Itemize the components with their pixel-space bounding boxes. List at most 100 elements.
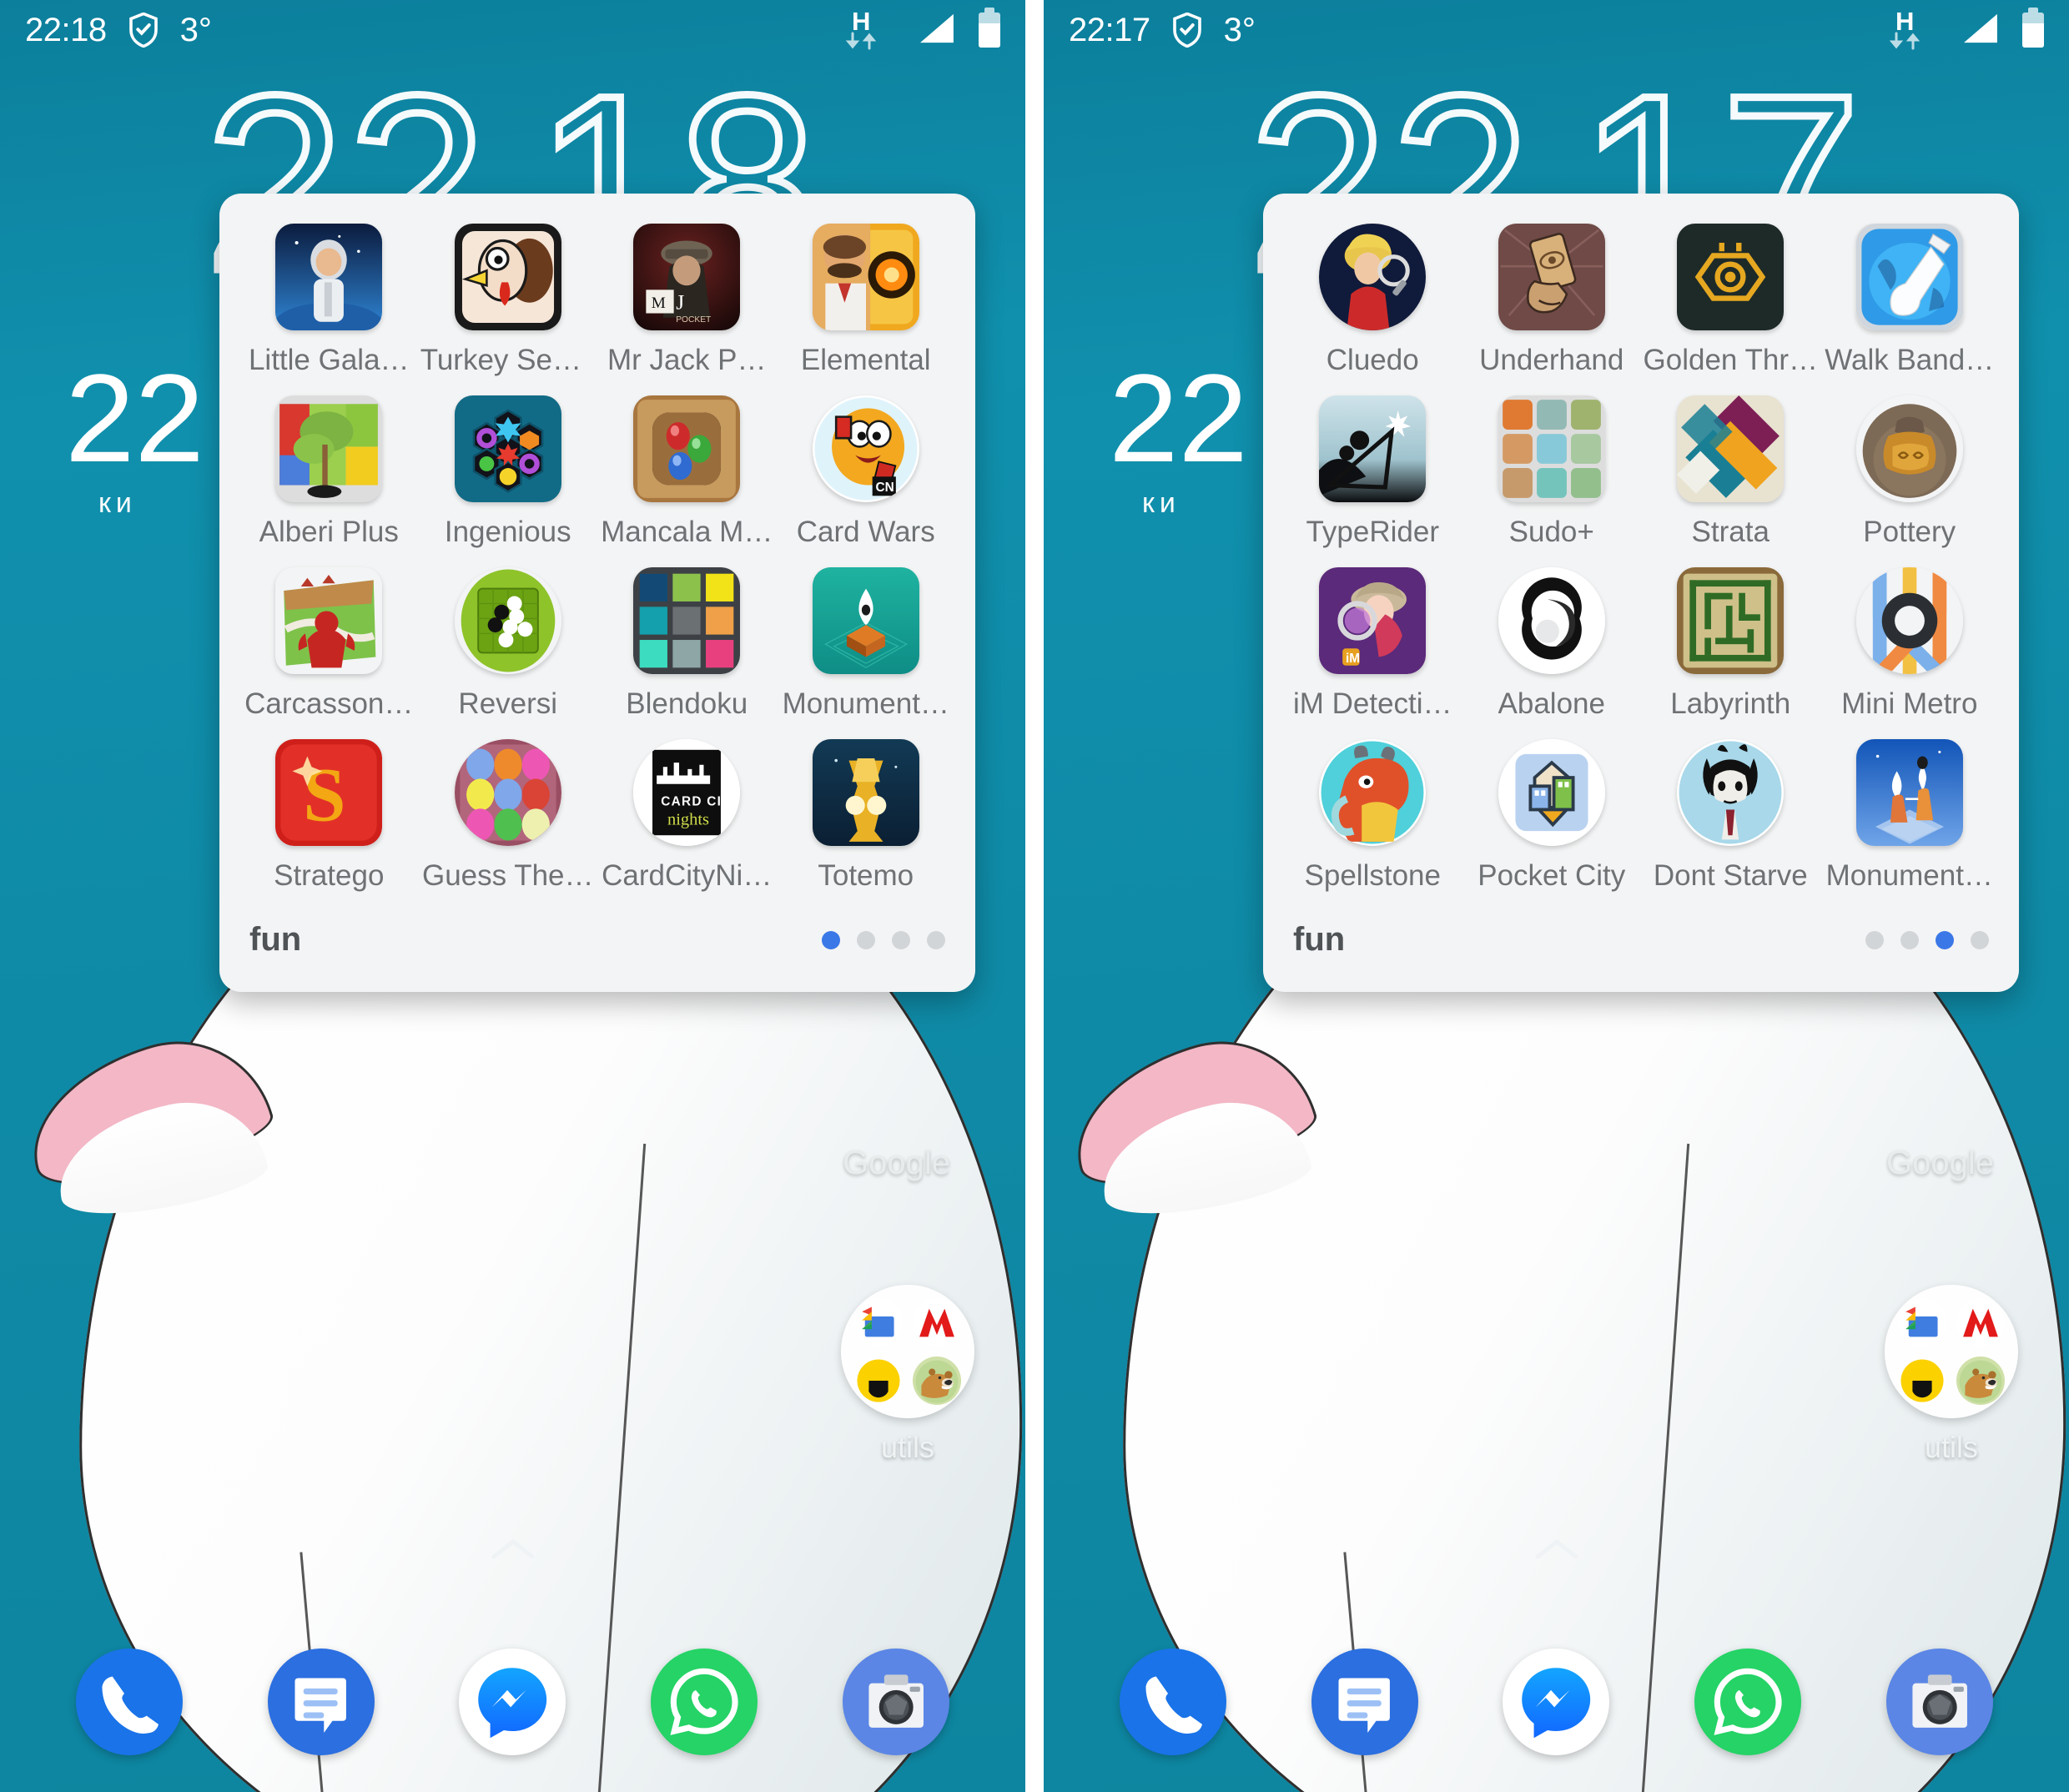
folder-app-item[interactable]: Monument… (777, 567, 956, 721)
home-folder-utils[interactable]: utils (1868, 1285, 2035, 1465)
carcassonne-icon[interactable] (275, 567, 383, 674)
dock (1044, 1649, 2069, 1755)
folder-app-item[interactable]: iM iM Detecti… (1283, 567, 1462, 721)
folder-app-item[interactable]: Little Gala… (239, 224, 419, 377)
dock-phone-icon[interactable] (75, 1649, 183, 1755)
page-dot-2[interactable] (857, 930, 875, 949)
folder-app-item[interactable]: Mancala M… (597, 395, 777, 549)
chevron-up-icon[interactable] (491, 1537, 536, 1566)
folder-app-item[interactable]: TypeRider (1283, 395, 1462, 549)
typerider-icon[interactable] (1319, 395, 1427, 502)
dont-starve-icon[interactable] (1677, 739, 1785, 846)
google-files-icon (1898, 1298, 1946, 1347)
folder-app-item[interactable]: Labyrinth (1641, 567, 1820, 721)
page-dot-4[interactable] (927, 930, 945, 949)
folder-app-item[interactable]: Strata (1641, 395, 1820, 549)
google-search-label[interactable]: Google (843, 1145, 950, 1182)
dock-camera-icon[interactable] (1886, 1649, 1994, 1755)
dock-messenger-icon[interactable] (459, 1649, 566, 1755)
folder-app-item[interactable]: Monument… (1820, 739, 2000, 893)
monument-valley-icon[interactable] (812, 567, 919, 674)
folder-app-item[interactable]: Elemental (777, 224, 956, 377)
labyrinth-icon[interactable] (1677, 567, 1785, 674)
underhand-icon[interactable] (1498, 224, 1605, 330)
dock-camera-icon[interactable] (843, 1649, 950, 1755)
chevron-up-icon[interactable] (1534, 1537, 1579, 1566)
google-search-label[interactable]: Google (1886, 1145, 1994, 1182)
page-dot-4[interactable] (1971, 930, 1989, 949)
little-galaxy-icon[interactable] (275, 224, 383, 330)
page-dot-3[interactable] (1936, 930, 1954, 949)
strata-icon[interactable] (1677, 395, 1785, 502)
folder-name-label[interactable]: fun (1293, 921, 1345, 959)
folder-app-item[interactable]: Pocket City (1462, 739, 1642, 893)
sudo-plus-icon[interactable] (1498, 395, 1605, 502)
folder-app-item[interactable]: S Stratego (239, 739, 419, 893)
pocket-city-icon[interactable] (1498, 739, 1605, 846)
page-dot-1[interactable] (822, 930, 840, 949)
whatsapp-icon (662, 1659, 747, 1744)
folder-footer: fun (239, 893, 955, 992)
folder-page-dots[interactable] (1865, 930, 1989, 949)
folder-app-item[interactable]: M J POCKET Mr Jack P… (597, 224, 777, 377)
folder-name-label[interactable]: fun (249, 921, 301, 959)
cluedo-icon[interactable] (1319, 224, 1427, 330)
folder-app-item[interactable]: Spellstone (1283, 739, 1462, 893)
monument-valley-2-icon[interactable] (1855, 739, 1963, 846)
dock-messages-icon[interactable] (267, 1649, 375, 1755)
folder-app-item[interactable]: Blendoku (597, 567, 777, 721)
folder-app-item[interactable]: Turkey Sea… (419, 224, 598, 377)
mr-jack-pocket-icon[interactable]: M J POCKET (633, 224, 741, 330)
home-folder-utils[interactable]: utils (824, 1285, 991, 1465)
blendoku-icon[interactable] (633, 567, 741, 674)
alberi-plus-icon[interactable] (275, 395, 383, 502)
folder-app-item[interactable]: Cluedo (1283, 224, 1462, 377)
dock-whatsapp-icon[interactable] (1694, 1649, 1802, 1755)
dock-phone-icon[interactable] (1119, 1649, 1226, 1755)
folder-page-dots[interactable] (822, 930, 945, 949)
page-dot-2[interactable] (1900, 930, 1919, 949)
walk-band-icon[interactable] (1855, 224, 1963, 330)
svg-text:M: M (652, 294, 666, 312)
dock-messenger-icon[interactable] (1503, 1649, 1610, 1755)
reversi-icon[interactable] (454, 567, 561, 674)
folder-app-grid: Cluedo Underhand Golden Thr… Walk Band… Type… (1283, 224, 1999, 893)
card-wars-icon[interactable]: CN (812, 395, 919, 502)
turkey-season-icon[interactable] (454, 224, 561, 330)
abalone-icon[interactable] (1498, 567, 1605, 674)
golden-thread-icon[interactable] (1677, 224, 1785, 330)
folder-app-item[interactable]: Underhand (1462, 224, 1642, 377)
folder-app-item[interactable]: Walk Band… (1820, 224, 2000, 377)
folder-app-item[interactable]: CN Card Wars (777, 395, 956, 549)
spellstone-icon[interactable] (1319, 739, 1427, 846)
dock-whatsapp-icon[interactable] (651, 1649, 758, 1755)
mancala-icon[interactable] (633, 395, 741, 502)
pottery-icon[interactable] (1855, 395, 1963, 502)
page-dot-1[interactable] (1865, 930, 1884, 949)
im-detective-icon[interactable]: iM (1319, 567, 1427, 674)
totemo-icon[interactable] (812, 739, 919, 846)
ingenious-icon[interactable] (454, 395, 561, 502)
folder-app-item[interactable]: CARD CITY nights CardCityNi… (597, 739, 777, 893)
page-dot-3[interactable] (892, 930, 910, 949)
folder-app-item[interactable]: Alberi Plus (239, 395, 419, 549)
battery-icon (979, 8, 1000, 48)
folder-app-item[interactable]: Dont Starve (1641, 739, 1820, 893)
folder-app-item[interactable]: Totemo (777, 739, 956, 893)
mini-metro-icon[interactable] (1855, 567, 1963, 674)
stratego-icon[interactable]: S (275, 739, 383, 846)
folder-app-item[interactable]: Ingenious (419, 395, 598, 549)
dock-messages-icon[interactable] (1311, 1649, 1418, 1755)
elemental-icon[interactable] (812, 224, 919, 330)
folder-app-item[interactable]: Reversi (419, 567, 598, 721)
app-label: Carcasson… (244, 687, 414, 720)
folder-app-item[interactable]: Sudo+ (1462, 395, 1642, 549)
folder-app-item[interactable]: Carcasson… (239, 567, 419, 721)
guess-the-icon[interactable] (454, 739, 561, 846)
folder-app-item[interactable]: Pottery (1820, 395, 2000, 549)
folder-app-item[interactable]: Mini Metro (1820, 567, 2000, 721)
folder-app-item[interactable]: Abalone (1462, 567, 1642, 721)
folder-app-item[interactable]: Golden Thr… (1641, 224, 1820, 377)
folder-app-item[interactable]: Guess The… (419, 739, 598, 893)
card-city-nights-icon[interactable]: CARD CITY nights (633, 739, 741, 846)
